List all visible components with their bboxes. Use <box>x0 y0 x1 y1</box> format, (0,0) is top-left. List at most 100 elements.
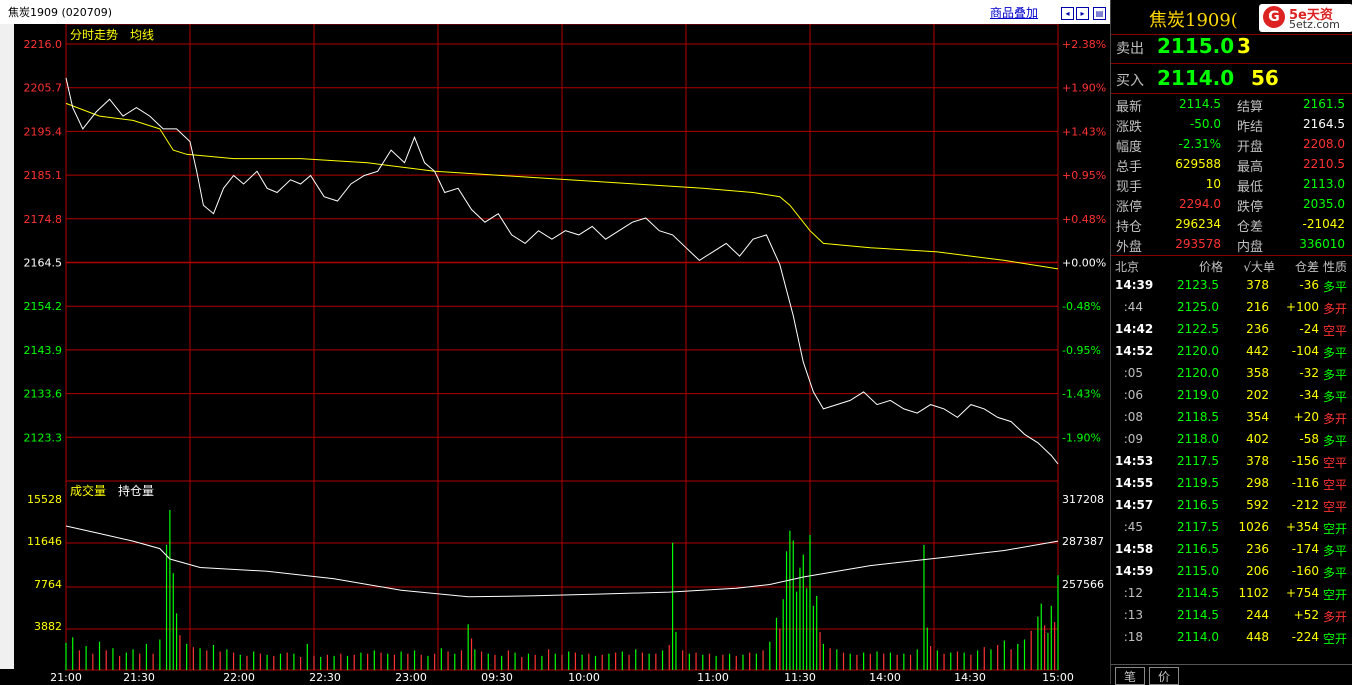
tick-row[interactable]: 14:58 2116.5 236 -174 多平 <box>1115 542 1352 562</box>
next-icon[interactable]: ▸ <box>1076 7 1089 20</box>
tick-header-time: 北京 <box>1115 260 1140 274</box>
x-tick-label: 14:00 <box>869 671 901 684</box>
y-tick-label: 2174.8 <box>24 213 63 226</box>
intraday-chart[interactable]: 2216.0 +2.38% 2205.7 +1.90% 2195.4 +1.43% 2185… <box>0 24 1110 684</box>
tick-type: 空开 <box>1323 522 1348 536</box>
x-tick-label: 22:00 <box>223 671 255 684</box>
tick-price: 2118.5 <box>1177 410 1219 424</box>
tick-volume: 402 <box>1246 432 1269 446</box>
ask-price: 2115.0 <box>1157 34 1235 58</box>
x-tick-label: 14:30 <box>954 671 986 684</box>
tick-price: 2119.0 <box>1177 388 1219 402</box>
tick-time: 14:53 <box>1115 454 1154 468</box>
tab-ticks[interactable]: 笔 <box>1115 667 1145 685</box>
tick-row[interactable]: 14:55 2119.5 298 -116 空平 <box>1115 476 1352 496</box>
stat-value: 2161.5 <box>1303 97 1345 111</box>
tick-row[interactable]: 14:59 2115.0 206 -160 多平 <box>1115 564 1352 584</box>
y-tick-label: 2123.3 <box>24 431 63 444</box>
y-tick-label-pct: -0.95% <box>1062 344 1101 357</box>
tick-volume: 354 <box>1246 410 1269 424</box>
stat-value: 2035.0 <box>1303 197 1345 211</box>
tick-row[interactable]: :09 2118.0 402 -58 多平 <box>1115 432 1352 452</box>
tick-volume: 1102 <box>1238 586 1269 600</box>
y-tick-label-pct: +1.43% <box>1062 125 1106 138</box>
y-tick-label-pct: +0.95% <box>1062 169 1106 182</box>
tick-price: 2117.5 <box>1177 454 1219 468</box>
tick-time: 14:52 <box>1115 344 1154 358</box>
tick-time: :06 <box>1123 388 1143 402</box>
price-chart-label: 分时走势 <box>70 28 118 42</box>
window-icon[interactable]: ▤ <box>1093 7 1106 20</box>
title-bar: 焦炭1909 (020709) 商品叠加 ◂ ▸ ▤ <box>0 0 1110 24</box>
tick-volume: 244 <box>1246 608 1269 622</box>
tick-row[interactable]: 14:53 2117.5 378 -156 空平 <box>1115 454 1352 474</box>
tick-volume: 236 <box>1246 542 1269 556</box>
tick-price: 2125.0 <box>1177 300 1219 314</box>
y-tick-label: 2164.5 <box>24 257 63 270</box>
ask-label: 卖出 <box>1116 41 1144 57</box>
volume-tick-label: 11646 <box>27 535 62 548</box>
x-tick-label: 11:00 <box>697 671 729 684</box>
tick-row[interactable]: :05 2120.0 358 -32 多平 <box>1115 366 1352 386</box>
tick-time: :08 <box>1123 410 1143 424</box>
tick-type: 多开 <box>1323 412 1348 426</box>
panel-tabs: 笔 价 <box>1111 664 1352 685</box>
y-tick-label: 2154.2 <box>24 300 63 313</box>
tick-row[interactable]: 14:39 2123.5 378 -36 多平 <box>1115 278 1352 298</box>
tick-row[interactable]: 14:57 2116.5 592 -212 空平 <box>1115 498 1352 518</box>
x-tick-label: 09:30 <box>481 671 513 684</box>
tick-time: :18 <box>1123 630 1143 644</box>
tick-time: 14:58 <box>1115 542 1154 556</box>
stat-value: 296234 <box>1175 217 1221 231</box>
stat-label: 最低 <box>1237 180 1264 195</box>
prev-icon[interactable]: ◂ <box>1061 7 1074 20</box>
stat-value: -21042 <box>1302 217 1345 231</box>
stat-value: 2294.0 <box>1179 197 1221 211</box>
bid-volume: 56 <box>1251 66 1279 90</box>
y-tick-label-pct: -1.43% <box>1062 388 1101 401</box>
bid-label: 买入 <box>1116 73 1144 89</box>
y-tick-label: 2205.7 <box>24 82 63 95</box>
tick-price: 2118.0 <box>1177 432 1219 446</box>
x-tick-label: 11:30 <box>784 671 816 684</box>
tick-price: 2114.0 <box>1177 630 1219 644</box>
tick-price: 2116.5 <box>1177 542 1219 556</box>
tick-row[interactable]: :45 2117.5 1026 +354 空开 <box>1115 520 1352 540</box>
stat-label: 昨结 <box>1237 120 1264 135</box>
stat-value: 2164.5 <box>1303 117 1345 131</box>
panel-contract-name: 焦炭1909( <box>1149 10 1238 31</box>
stat-label: 涨跌 <box>1116 120 1143 135</box>
tick-type: 多开 <box>1323 610 1348 624</box>
y-tick-label-pct: -0.48% <box>1062 300 1101 313</box>
tick-row[interactable]: :44 2125.0 216 +100 多开 <box>1115 300 1352 320</box>
tick-time: :44 <box>1123 300 1143 314</box>
tick-type: 多平 <box>1323 346 1348 360</box>
tab-price[interactable]: 价 <box>1149 667 1179 685</box>
tick-row[interactable]: :12 2114.5 1102 +754 空开 <box>1115 586 1352 606</box>
tick-price: 2120.0 <box>1177 344 1219 358</box>
stat-value: 629588 <box>1175 157 1221 171</box>
site-logo: G 5e天资 5etz.com <box>1259 4 1352 32</box>
tick-oi-change: +754 <box>1286 586 1319 600</box>
tick-list[interactable]: 14:39 2123.5 378 -36 多平:44 2125.0 216 +100 多开 14:… <box>1115 278 1352 654</box>
tick-row[interactable]: :18 2114.0 448 -224 空开 <box>1115 630 1352 650</box>
tick-volume: 448 <box>1246 630 1269 644</box>
oi-tick-label: 287387 <box>1062 535 1104 548</box>
tick-time: 14:57 <box>1115 498 1154 512</box>
divider <box>1111 255 1352 256</box>
stat-label: 跌停 <box>1237 200 1264 215</box>
tick-row[interactable]: 14:52 2120.0 442 -104 多平 <box>1115 344 1352 364</box>
tick-row[interactable]: :06 2119.0 202 -34 多平 <box>1115 388 1352 408</box>
y-tick-label-pct: +0.48% <box>1062 213 1106 226</box>
open-interest-label: 持仓量 <box>118 483 154 498</box>
stat-value: 336010 <box>1299 237 1345 251</box>
x-tick-label: 15:00 <box>1042 671 1074 684</box>
tick-row[interactable]: :08 2118.5 354 +20 多开 <box>1115 410 1352 430</box>
tick-row[interactable]: :13 2114.5 244 +52 多开 <box>1115 608 1352 628</box>
tick-row[interactable]: 14:42 2122.5 236 -24 空平 <box>1115 322 1352 342</box>
overlay-link[interactable]: 商品叠加 <box>990 4 1038 21</box>
stat-value: 293578 <box>1175 237 1221 251</box>
tick-type: 空开 <box>1323 632 1348 646</box>
tick-header: 北京 价格 √大单 仓差 性质 <box>1115 258 1352 276</box>
tick-price: 2114.5 <box>1177 586 1219 600</box>
